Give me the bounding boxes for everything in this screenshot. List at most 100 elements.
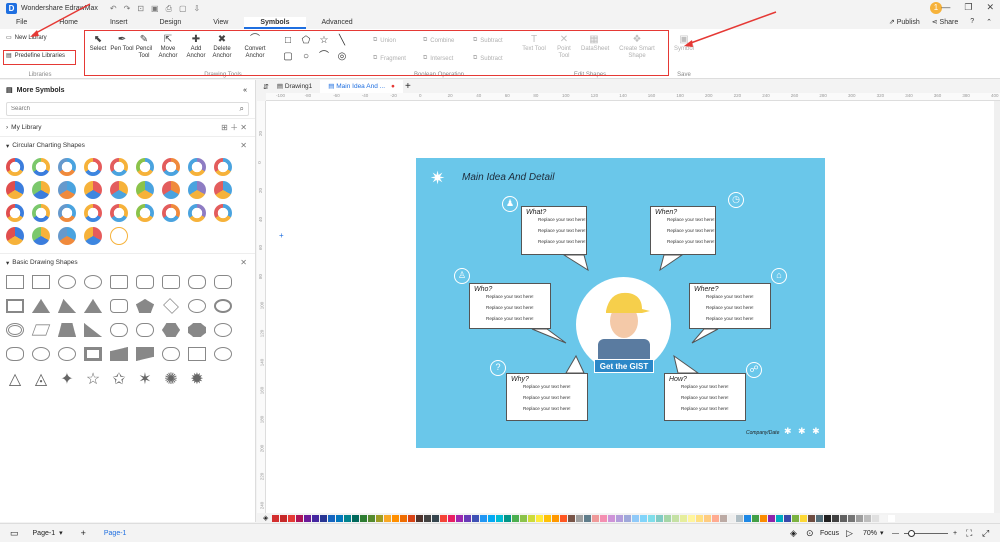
circular-chart-symbol[interactable] bbox=[188, 204, 206, 222]
color-swatch[interactable] bbox=[784, 514, 792, 522]
circular-chart-symbol[interactable] bbox=[214, 181, 232, 199]
color-swatch[interactable] bbox=[488, 514, 496, 522]
more-symbols-header[interactable]: ▤ More Symbols « bbox=[0, 80, 255, 100]
color-swatch[interactable] bbox=[848, 514, 856, 522]
basic-shape-symbol[interactable] bbox=[136, 347, 154, 361]
callout-title[interactable]: Who? bbox=[474, 286, 492, 293]
basic-shape-symbol[interactable] bbox=[84, 347, 102, 361]
page-view-icon[interactable]: ▭ bbox=[10, 528, 19, 539]
color-swatch[interactable] bbox=[760, 514, 768, 522]
basic-shape-symbol[interactable] bbox=[162, 347, 180, 361]
basic-shape-symbol[interactable] bbox=[84, 323, 102, 337]
basic-shape-symbol[interactable] bbox=[188, 299, 206, 313]
basic-shape-symbol[interactable] bbox=[163, 298, 179, 314]
page-dropdown-icon[interactable]: ▾ bbox=[59, 529, 63, 537]
basic-shape-symbol[interactable] bbox=[188, 347, 206, 361]
color-swatch[interactable] bbox=[616, 514, 624, 522]
basic-shape-symbol[interactable] bbox=[188, 275, 206, 289]
callout-text[interactable]: Replace your text here! bbox=[538, 239, 586, 244]
my-library-section[interactable]: › My Library ⊞ ＋ ✕ bbox=[0, 118, 255, 136]
color-swatch[interactable] bbox=[824, 514, 832, 522]
color-swatch[interactable] bbox=[704, 514, 712, 522]
circular-chart-symbol[interactable] bbox=[162, 181, 180, 199]
callout-text[interactable]: Replace your text here! bbox=[667, 228, 715, 233]
basic-shape-symbol[interactable] bbox=[84, 275, 102, 289]
callout-text[interactable]: Replace your text here! bbox=[523, 395, 571, 400]
star-shape-symbol[interactable]: ✹ bbox=[188, 371, 206, 389]
fill-bucket-icon[interactable]: ◈ bbox=[263, 514, 268, 522]
color-swatch[interactable] bbox=[496, 514, 504, 522]
color-swatch[interactable] bbox=[352, 514, 360, 522]
color-swatch[interactable] bbox=[672, 514, 680, 522]
callout-box[interactable]: How? Replace your text here! Replace your … bbox=[664, 373, 746, 421]
color-swatch[interactable] bbox=[640, 514, 648, 522]
color-swatch[interactable] bbox=[272, 514, 280, 522]
color-swatch[interactable] bbox=[328, 514, 336, 522]
basic-shape-symbol[interactable] bbox=[162, 323, 180, 337]
zoom-slider-handle[interactable] bbox=[908, 530, 915, 537]
basic-shape-symbol[interactable] bbox=[162, 275, 180, 289]
color-swatch[interactable] bbox=[408, 514, 416, 522]
add-tab-icon[interactable]: + bbox=[405, 81, 411, 92]
color-swatch[interactable] bbox=[568, 514, 576, 522]
circular-chart-symbol[interactable] bbox=[162, 158, 180, 176]
basic-shape-symbol[interactable] bbox=[32, 275, 50, 289]
focus-button[interactable]: Focus bbox=[820, 530, 839, 537]
color-swatch[interactable] bbox=[536, 514, 544, 522]
color-swatch[interactable] bbox=[472, 514, 480, 522]
star-shape-symbol[interactable]: △ bbox=[6, 371, 24, 389]
basic-shape-symbol[interactable] bbox=[214, 275, 232, 289]
star-shape-symbol[interactable]: ☆ bbox=[84, 371, 102, 389]
color-swatch[interactable] bbox=[456, 514, 464, 522]
company-date-label[interactable]: Company/Date bbox=[746, 430, 779, 436]
basic-shape-symbol[interactable] bbox=[214, 299, 232, 313]
color-swatch[interactable] bbox=[432, 514, 440, 522]
color-swatch[interactable] bbox=[688, 514, 696, 522]
color-swatch[interactable] bbox=[560, 514, 568, 522]
color-swatch[interactable] bbox=[608, 514, 616, 522]
callout-title[interactable]: How? bbox=[669, 376, 687, 383]
color-swatch[interactable] bbox=[736, 514, 744, 522]
circular-chart-symbol[interactable] bbox=[162, 204, 180, 222]
callout-text[interactable]: Replace your text here! bbox=[538, 228, 586, 233]
circular-charting-section[interactable]: ▾ Circular Charting Shapes ✕ bbox=[0, 136, 255, 154]
circular-chart-symbol[interactable] bbox=[136, 204, 154, 222]
circular-chart-symbol[interactable] bbox=[6, 204, 24, 222]
color-swatch[interactable] bbox=[544, 514, 552, 522]
basic-shape-symbol[interactable] bbox=[84, 299, 102, 313]
circular-chart-symbol[interactable] bbox=[110, 227, 128, 245]
basic-shape-symbol[interactable] bbox=[110, 347, 128, 361]
callout-text[interactable]: Replace your text here! bbox=[523, 384, 571, 389]
zoom-dropdown-icon[interactable]: ▾ bbox=[880, 529, 884, 537]
color-swatch[interactable] bbox=[312, 514, 320, 522]
circular-chart-symbol[interactable] bbox=[58, 158, 76, 176]
color-swatch[interactable] bbox=[288, 514, 296, 522]
main-idea-diagram[interactable]: ✷ Main Idea And Detail Get the GIST What… bbox=[416, 158, 825, 448]
color-swatch[interactable] bbox=[680, 514, 688, 522]
callout-text[interactable]: Replace your text here! bbox=[486, 305, 534, 310]
color-swatch[interactable] bbox=[360, 514, 368, 522]
callout-box[interactable]: Where? Replace your text here! Replace you… bbox=[689, 283, 771, 329]
color-swatch[interactable] bbox=[792, 514, 800, 522]
color-swatch[interactable] bbox=[320, 514, 328, 522]
color-swatch[interactable] bbox=[600, 514, 608, 522]
circular-chart-symbol[interactable] bbox=[32, 204, 50, 222]
color-swatch[interactable] bbox=[816, 514, 824, 522]
callout-text[interactable]: Replace your text here! bbox=[486, 294, 534, 299]
color-swatch[interactable] bbox=[304, 514, 312, 522]
callout-text[interactable]: Replace your text here! bbox=[681, 395, 729, 400]
basic-shape-symbol[interactable] bbox=[214, 323, 232, 337]
color-swatch[interactable] bbox=[400, 514, 408, 522]
star-shape-symbol[interactable]: ✦ bbox=[58, 371, 76, 389]
callout-title[interactable]: When? bbox=[655, 209, 677, 216]
color-swatch[interactable] bbox=[280, 514, 288, 522]
circular-chart-symbol[interactable] bbox=[6, 158, 24, 176]
color-swatch[interactable] bbox=[776, 514, 784, 522]
play-icon[interactable]: ▷ bbox=[846, 528, 853, 539]
star-shape-symbol[interactable]: ◬ bbox=[32, 371, 50, 389]
callout-text[interactable]: Replace your text here! bbox=[706, 294, 754, 299]
color-swatch[interactable] bbox=[416, 514, 424, 522]
basic-shape-symbol[interactable] bbox=[136, 323, 154, 337]
circular-chart-symbol[interactable] bbox=[110, 204, 128, 222]
color-swatch[interactable] bbox=[648, 514, 656, 522]
